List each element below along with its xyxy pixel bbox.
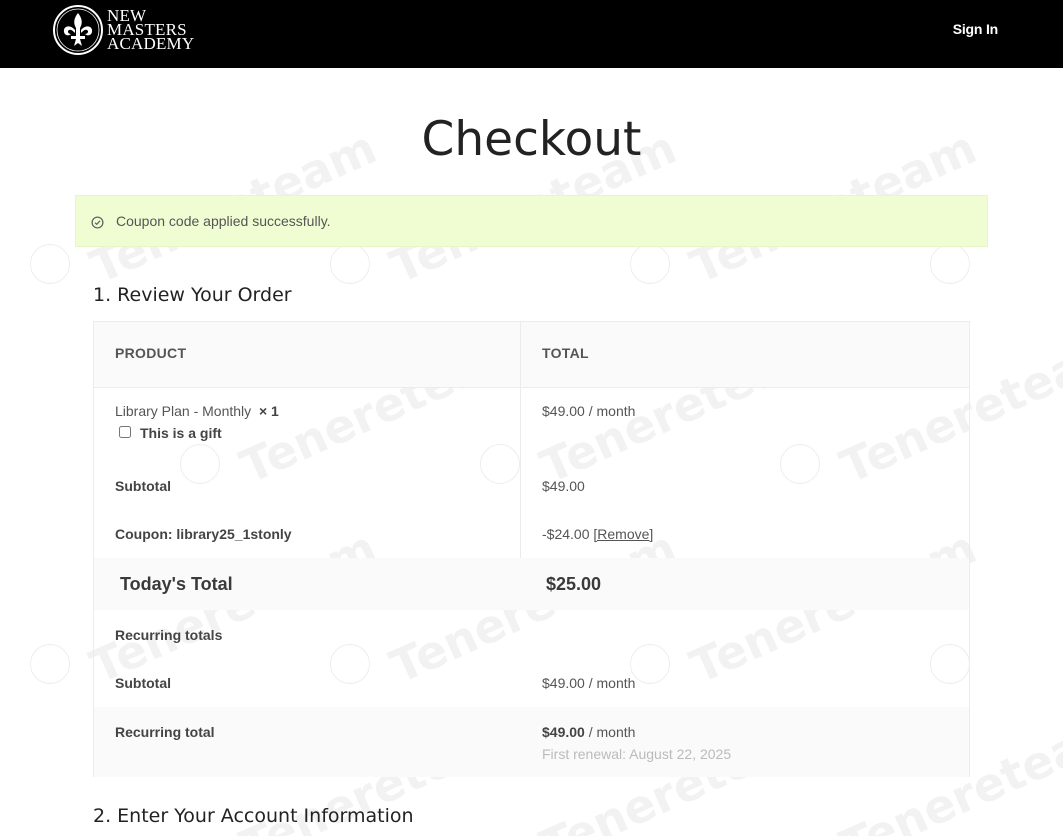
account-info-heading: 2. Enter Your Account Information	[93, 805, 414, 827]
logo-wordmark: NEW MASTERS ACADEMY	[107, 6, 195, 53]
watermark-logo-icon	[30, 244, 70, 284]
recurring-total-amount: $49.00	[542, 724, 585, 740]
product-quantity: × 1	[258, 403, 279, 419]
product-price: $49.00 / month	[542, 403, 636, 419]
page-title: Checkout	[421, 112, 642, 167]
watermark-logo-icon	[30, 644, 70, 684]
order-review-table: PRODUCT TOTAL Library Plan - Monthly × 1…	[93, 321, 970, 777]
product-line: Library Plan - Monthly × 1	[115, 403, 279, 419]
site-logo[interactable]: NEW MASTERS ACADEMY	[52, 4, 194, 56]
recurring-subtotal-label: Subtotal	[115, 675, 171, 691]
subtotal-label: Subtotal	[115, 478, 171, 494]
recurring-total-period: / month	[588, 724, 636, 740]
watermark-logo-icon	[630, 244, 670, 284]
column-header-total: TOTAL	[542, 345, 589, 361]
coupon-discount: -$24.00 [Remove]	[542, 526, 653, 542]
todays-total-value: $25.00	[546, 574, 602, 594]
gift-label: This is a gift	[140, 425, 222, 441]
gift-checkbox[interactable]	[119, 426, 131, 438]
review-order-heading: 1. Review Your Order	[93, 284, 292, 306]
column-header-product: PRODUCT	[115, 345, 187, 361]
column-divider	[520, 322, 521, 558]
subtotal-value: $49.00	[542, 478, 585, 494]
top-navbar: NEW MASTERS ACADEMY Sign In	[0, 0, 1063, 68]
header-divider	[94, 387, 969, 388]
sign-in-link[interactable]: Sign In	[953, 21, 998, 37]
watermark-logo-icon	[330, 244, 370, 284]
table-header-row	[94, 322, 969, 387]
product-name: Library Plan - Monthly	[115, 403, 252, 419]
remove-coupon-link[interactable]: [Remove]	[593, 526, 653, 542]
coupon-value: -$24.00	[542, 526, 590, 542]
recurring-total-value: $49.00 / month	[542, 724, 635, 740]
gift-option[interactable]: This is a gift	[119, 425, 222, 441]
coupon-success-notice: Coupon code applied successfully.	[75, 195, 988, 247]
first-renewal-date: First renewal: August 22, 2025	[542, 746, 732, 762]
recurring-subtotal-value: $49.00 / month	[542, 675, 636, 691]
check-circle-icon	[91, 215, 104, 229]
coupon-label: Coupon: library25_1stonly	[115, 526, 292, 542]
recurring-total-label: Recurring total	[115, 724, 215, 740]
recurring-total-row	[94, 707, 969, 777]
notice-text: Coupon code applied successfully.	[116, 213, 331, 229]
recurring-totals-heading: Recurring totals	[115, 627, 223, 643]
todays-total-label: Today's Total	[120, 574, 233, 594]
fleur-de-lis-icon	[53, 5, 103, 55]
watermark-logo-icon	[930, 244, 970, 284]
